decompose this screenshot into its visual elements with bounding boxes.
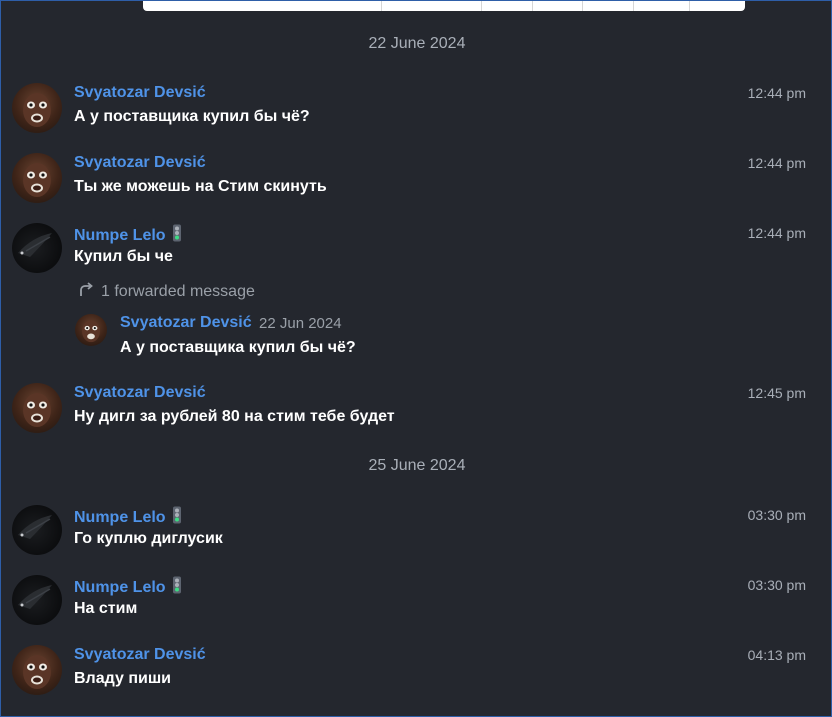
author-name[interactable]: Numpe Lelo xyxy=(74,509,166,526)
message-time: 03:30 pm xyxy=(747,577,806,593)
message-author[interactable]: Numpe Lelo xyxy=(74,506,182,529)
message-item[interactable]: Numpe Lelo 03:30 pm Го куплю диглусик xyxy=(1,505,831,561)
toolbar-segment xyxy=(634,1,691,11)
message-author[interactable]: Svyatozar Devsić xyxy=(74,84,206,102)
message-text: На стим xyxy=(74,600,138,617)
message-author[interactable]: Numpe Lelo xyxy=(74,224,182,247)
toolbar-segment xyxy=(143,1,382,11)
toolbar-segment xyxy=(382,1,483,11)
numpe-avatar[interactable] xyxy=(12,223,62,273)
svyatozar-avatar[interactable] xyxy=(12,153,62,203)
traffic-light-icon xyxy=(172,576,182,599)
date-separator: 22 June 2024 xyxy=(368,35,466,52)
numpe-avatar[interactable] xyxy=(12,505,62,555)
message-text: Ну дигл за рублей 80 на стим тебе будет xyxy=(74,408,395,425)
forwarded-date: 22 Jun 2024 xyxy=(259,315,342,332)
message-item[interactable]: Numpe Lelo 03:30 pm На стим xyxy=(1,575,831,631)
message-time: 12:44 pm xyxy=(747,155,806,171)
toolbar-segment xyxy=(482,1,533,11)
message-author[interactable]: Svyatozar Devsić xyxy=(74,154,206,172)
message-author[interactable]: Numpe Lelo xyxy=(74,576,182,599)
traffic-light-icon xyxy=(172,506,182,529)
message-text: А у поставщика купил бы чё? xyxy=(74,108,310,125)
toolbar-segment xyxy=(533,1,584,11)
message-text: Владу пиши xyxy=(74,670,171,687)
forwarded-author[interactable]: Svyatozar Devsić xyxy=(120,314,252,332)
message-item[interactable]: Svyatozar Devsić 04:13 pm Владу пиши xyxy=(1,645,831,701)
message-time: 03:30 pm xyxy=(747,507,806,523)
message-item[interactable]: Svyatozar Devsić 12:44 pm А у поставщика… xyxy=(1,83,831,139)
author-name[interactable]: Numpe Lelo xyxy=(74,579,166,596)
message-time: 12:44 pm xyxy=(747,225,806,241)
author-name[interactable]: Numpe Lelo xyxy=(74,227,166,244)
chat-window: 22 June 2024 Svyatozar Devsić 12:44 pm А… xyxy=(0,0,832,717)
toolbar-segment xyxy=(690,1,745,11)
message-text: Купил бы че xyxy=(74,248,173,265)
top-toolbar-fragment xyxy=(143,1,745,11)
svyatozar-avatar[interactable] xyxy=(12,83,62,133)
forwarded-count: 1 forwarded message xyxy=(101,283,255,300)
date-separator: 25 June 2024 xyxy=(368,457,466,474)
svyatozar-avatar[interactable] xyxy=(12,383,62,433)
message-text: Го куплю диглусик xyxy=(74,530,223,547)
message-author[interactable]: Svyatozar Devsić xyxy=(74,384,206,402)
numpe-avatar[interactable] xyxy=(12,575,62,625)
traffic-light-icon xyxy=(172,224,182,247)
toolbar-segment xyxy=(583,1,634,11)
message-item[interactable]: Svyatozar Devsić 12:45 pm Ну дигл за руб… xyxy=(1,383,831,439)
svyatozar-avatar[interactable] xyxy=(12,645,62,695)
message-time: 12:45 pm xyxy=(747,385,806,401)
forwarded-author-avatar[interactable] xyxy=(75,314,107,346)
message-author[interactable]: Svyatozar Devsić xyxy=(74,646,206,664)
forward-arrow-icon xyxy=(80,282,93,296)
forwarded-text: А у поставщика купил бы чё? xyxy=(120,339,356,356)
message-text: Ты же можешь на Стим скинуть xyxy=(74,178,327,195)
forwarded-label[interactable]: 1 forwarded message xyxy=(77,281,255,301)
message-item[interactable]: Numpe Lelo 12:44 pm Купил бы че 1 forwar… xyxy=(1,223,831,363)
message-item[interactable]: Svyatozar Devsić 12:44 pm Ты же можешь н… xyxy=(1,153,831,209)
message-time: 12:44 pm xyxy=(747,85,806,101)
message-time: 04:13 pm xyxy=(747,647,806,663)
